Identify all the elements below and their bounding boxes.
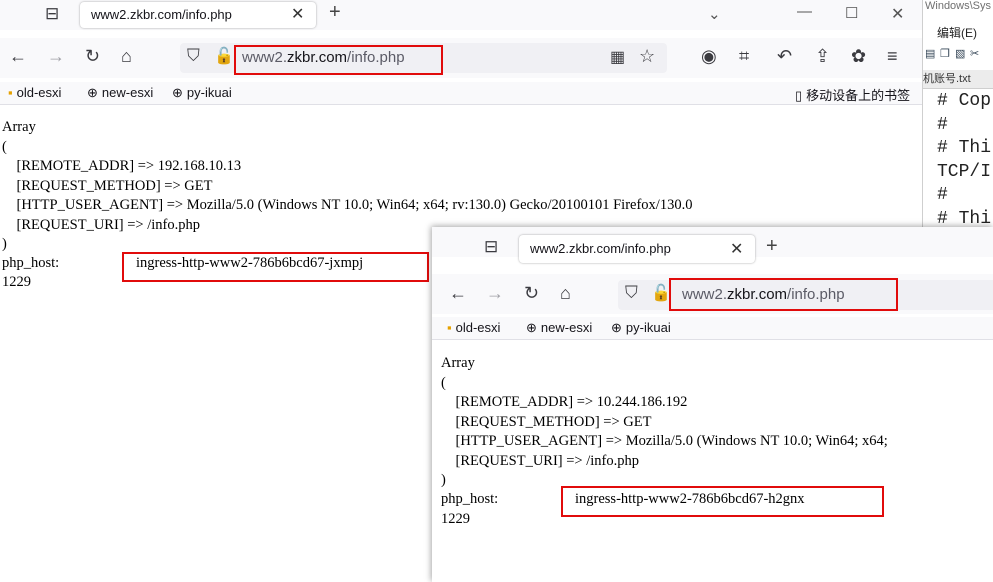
maximize-icon[interactable]: ☐ xyxy=(845,4,858,22)
bookmark-favicon-icon: ▪ xyxy=(447,320,452,335)
minimize-icon[interactable]: — xyxy=(797,3,812,20)
reload-icon[interactable]: ↻ xyxy=(524,283,539,304)
notepad-text[interactable]: # Cop # # Thi TCP/I # # Thi xyxy=(937,90,991,232)
bookmark-old-esxi[interactable]: ▪ old-esxi xyxy=(8,85,61,100)
bookmark-label: old-esxi xyxy=(16,85,62,100)
forward-arrow-icon[interactable]: → xyxy=(47,46,65,67)
notepad-toolbar: ▤ ❐ ▧ ✂ xyxy=(923,44,993,62)
close-tab-icon[interactable]: ✕ xyxy=(291,4,304,24)
server-line: [REQUEST_METHOD] => GET xyxy=(2,177,213,194)
bookmark-favicon-icon: ▪ xyxy=(8,85,13,100)
back-arrow-icon[interactable]: ← xyxy=(9,46,27,67)
back-arrow-icon[interactable]: ← xyxy=(449,283,467,304)
bookmark-old-esxi[interactable]: ▪ old-esxi xyxy=(447,320,500,335)
browser-window-2: ⊟ www2.zkbr.com/info.php ✕ + ← → ↻ ⌂ ⛉ 🔓… xyxy=(432,227,993,582)
notepad-line: # xyxy=(937,114,948,135)
notepad-line: # Thi xyxy=(937,138,992,159)
globe-icon: ⊕ xyxy=(526,320,537,335)
globe-icon: ⊕ xyxy=(172,85,183,100)
tab-strip: ⊟ www2.zkbr.com/info.php ✕ + xyxy=(432,227,993,263)
notepad-menu-edit[interactable]: 编辑(E) xyxy=(937,24,977,41)
notepad-line: # xyxy=(937,185,948,206)
server-line: [REMOTE_ADDR] => 192.168.10.13 xyxy=(2,158,242,174)
server-line: [REQUEST_URI] => /info.php xyxy=(441,452,640,469)
close-window-icon[interactable]: ✕ xyxy=(891,4,904,24)
qr-code-icon[interactable]: ▦ xyxy=(610,47,625,67)
notepad-line: TCP/I xyxy=(937,161,992,182)
shield-icon[interactable]: ⛉ xyxy=(625,283,638,303)
mobile-bookmarks[interactable]: ▯ 移动设备上的书签 xyxy=(795,85,910,104)
account-icon[interactable]: ◉ xyxy=(701,46,717,67)
php-host-label: php_host: xyxy=(2,255,60,271)
close-tab-icon[interactable]: ✕ xyxy=(730,239,743,259)
bookmarks-bar: ▪ old-esxi ⊕ new-esxi ⊕ py-ikuai ▯ 移动设备上的书签 xyxy=(0,82,922,105)
server-line: [REMOTE_ADDR] => 10.244.186.192 xyxy=(441,394,688,410)
undo-icon[interactable]: ↶ xyxy=(777,46,792,67)
bookmark-new-esxi[interactable]: ⊕ new-esxi xyxy=(87,85,153,101)
paren-open: ( xyxy=(2,138,7,155)
notepad-title: Windows\Sys xyxy=(925,0,992,12)
server-line: [HTTP_USER_AGENT] => Mozilla/5.0 (Window… xyxy=(2,197,693,213)
browser-tab[interactable]: www2.zkbr.com/info.php ✕ xyxy=(519,235,755,263)
bookmark-label: 移动设备上的书签 xyxy=(806,88,911,103)
server-line: [HTTP_USER_AGENT] => Mozilla/5.0 (Window… xyxy=(441,433,888,449)
page-number: 1229 xyxy=(2,274,31,290)
extension-icon[interactable]: ✿ xyxy=(851,46,866,67)
globe-icon: ⊕ xyxy=(87,85,98,100)
bookmark-label: py-ikuai xyxy=(186,85,232,100)
bookmark-label: py-ikuai xyxy=(625,320,671,335)
page-number: 1229 xyxy=(441,511,470,527)
cut-icon[interactable]: ✂ xyxy=(970,48,983,61)
paste-icon[interactable]: ▧ xyxy=(955,48,968,61)
insecure-lock-icon[interactable]: 🔓 xyxy=(651,283,671,303)
bookmarks-bar: ▪ old-esxi ⊕ new-esxi ⊕ py-ikuai xyxy=(432,317,993,340)
bookmark-py-ikuai[interactable]: ⊕ py-ikuai xyxy=(611,320,671,336)
php-host-label: php_host: xyxy=(441,491,499,507)
bookmark-label: new-esxi xyxy=(101,85,154,100)
menu-icon[interactable]: ≡ xyxy=(887,46,898,67)
new-tab-icon[interactable]: + xyxy=(766,235,778,258)
share-icon[interactable]: ⇪ xyxy=(815,46,830,67)
chevron-down-icon[interactable]: ⌄ xyxy=(708,5,721,23)
url-highlight-box xyxy=(234,45,443,75)
reload-icon[interactable]: ↻ xyxy=(85,46,100,67)
array-open: Array xyxy=(2,119,36,135)
screenshot-icon[interactable]: ⌗ xyxy=(739,46,749,67)
copy-icon[interactable]: ❐ xyxy=(940,48,953,61)
forward-arrow-icon[interactable]: → xyxy=(486,283,504,304)
array-open: Array xyxy=(441,355,475,371)
host-highlight-box xyxy=(122,252,429,282)
tab-list-icon[interactable]: ⊟ xyxy=(45,4,59,24)
insecure-lock-icon[interactable]: 🔓 xyxy=(214,46,234,66)
url-highlight-box xyxy=(669,278,898,311)
globe-icon: ⊕ xyxy=(611,320,622,335)
tab-strip: ⊟ www2.zkbr.com/info.php ✕ + ⌄ — ☐ ✕ xyxy=(0,0,922,30)
server-line: [REQUEST_METHOD] => GET xyxy=(441,413,652,430)
host-highlight-box xyxy=(561,486,884,517)
bookmark-label: new-esxi xyxy=(540,320,593,335)
save-icon[interactable]: ▤ xyxy=(925,48,938,61)
mobile-device-icon: ▯ xyxy=(795,88,803,103)
bookmark-star-icon[interactable]: ☆ xyxy=(639,46,655,67)
paren-open: ( xyxy=(441,374,446,391)
notepad-line: # Cop xyxy=(937,91,992,111)
page-content: Array ( [REMOTE_ADDR] => 10.244.186.192 [… xyxy=(441,354,888,491)
shield-icon[interactable]: ⛉ xyxy=(187,46,200,66)
new-tab-icon[interactable]: + xyxy=(329,1,341,24)
notepad-file-tab[interactable]: 机账号.txt xyxy=(923,70,993,89)
tab-title: www2.zkbr.com/info.php xyxy=(91,7,232,22)
home-icon[interactable]: ⌂ xyxy=(560,283,571,304)
browser-tab[interactable]: www2.zkbr.com/info.php ✕ xyxy=(80,2,316,28)
nav-toolbar: ← → ↻ ⌂ ⛉ 🔓 www2.zkbr.com/info.php ▦ ☆ ◉… xyxy=(0,38,922,78)
bookmark-new-esxi[interactable]: ⊕ new-esxi xyxy=(526,320,592,336)
bookmark-label: old-esxi xyxy=(455,320,501,335)
bookmark-py-ikuai[interactable]: ⊕ py-ikuai xyxy=(172,85,232,101)
home-icon[interactable]: ⌂ xyxy=(121,46,132,67)
tab-list-icon[interactable]: ⊟ xyxy=(484,237,498,257)
tab-title: www2.zkbr.com/info.php xyxy=(530,241,671,256)
